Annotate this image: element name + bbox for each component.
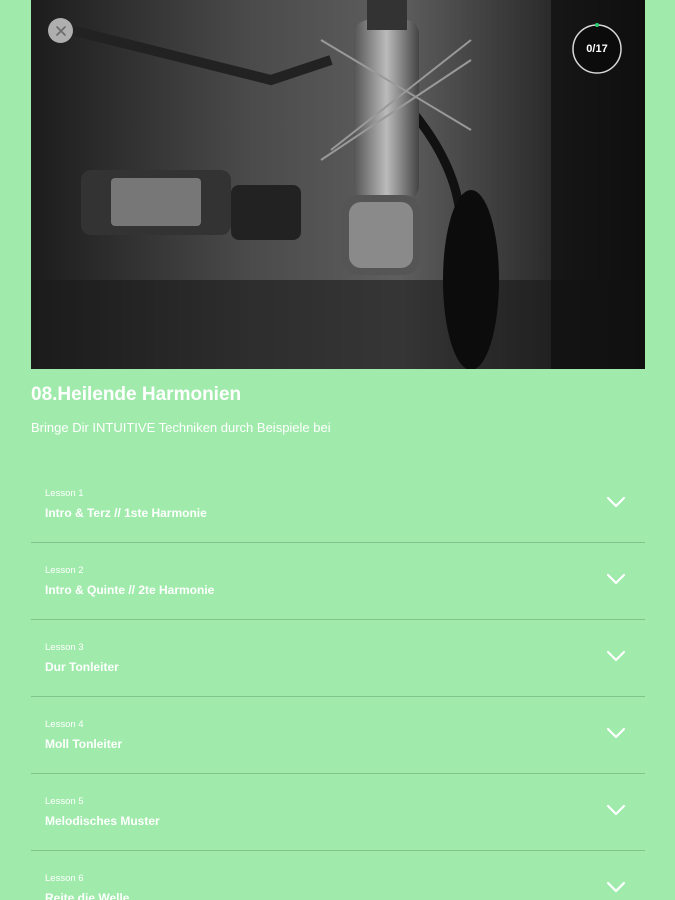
close-button[interactable] xyxy=(48,18,73,43)
lesson-number: Lesson 2 xyxy=(45,565,84,576)
course-cover-image xyxy=(31,0,645,369)
lesson-title: Intro & Terz // 1ste Harmonie xyxy=(45,506,207,520)
lesson-number: Lesson 4 xyxy=(45,719,84,730)
chevron-down-icon[interactable] xyxy=(606,881,626,893)
course-title: 08.Heilende Harmonien xyxy=(31,384,242,405)
lesson-item[interactable]: Lesson 5 Melodisches Muster xyxy=(31,774,645,851)
chevron-down-icon[interactable] xyxy=(606,496,626,508)
lesson-item[interactable]: Lesson 4 Moll Tonleiter xyxy=(31,697,645,774)
lesson-title: Melodisches Muster xyxy=(45,814,160,828)
progress-count: 0/17 xyxy=(586,43,608,55)
course-progress-indicator[interactable]: 0/17 xyxy=(571,23,623,75)
lesson-item[interactable]: Lesson 3 Dur Tonleiter xyxy=(31,620,645,697)
close-icon xyxy=(55,25,66,36)
microphone-photo xyxy=(31,0,645,369)
lesson-item[interactable]: Lesson 1 Intro & Terz // 1ste Harmonie xyxy=(31,466,645,543)
chevron-down-icon[interactable] xyxy=(606,804,626,816)
lesson-title: Dur Tonleiter xyxy=(45,660,119,674)
lesson-number: Lesson 5 xyxy=(45,796,84,807)
course-page: 0/17 08.Heilende Harmonien Bringe Dir IN… xyxy=(0,0,675,900)
course-subtitle: Bringe Dir INTUITIVE Techniken durch Bei… xyxy=(31,420,331,435)
lesson-number: Lesson 3 xyxy=(45,642,84,653)
lesson-number: Lesson 1 xyxy=(45,488,84,499)
lesson-number: Lesson 6 xyxy=(45,873,84,884)
lesson-title: Intro & Quinte // 2te Harmonie xyxy=(45,583,215,597)
chevron-down-icon[interactable] xyxy=(606,573,626,585)
lesson-item[interactable]: Lesson 2 Intro & Quinte // 2te Harmonie xyxy=(31,543,645,620)
chevron-down-icon[interactable] xyxy=(606,650,626,662)
lesson-title: Reite die Welle xyxy=(45,891,130,900)
lesson-item[interactable]: Lesson 6 Reite die Welle xyxy=(31,851,645,900)
lesson-list: Lesson 1 Intro & Terz // 1ste Harmonie L… xyxy=(31,466,645,900)
chevron-down-icon[interactable] xyxy=(606,727,626,739)
lesson-title: Moll Tonleiter xyxy=(45,737,123,751)
